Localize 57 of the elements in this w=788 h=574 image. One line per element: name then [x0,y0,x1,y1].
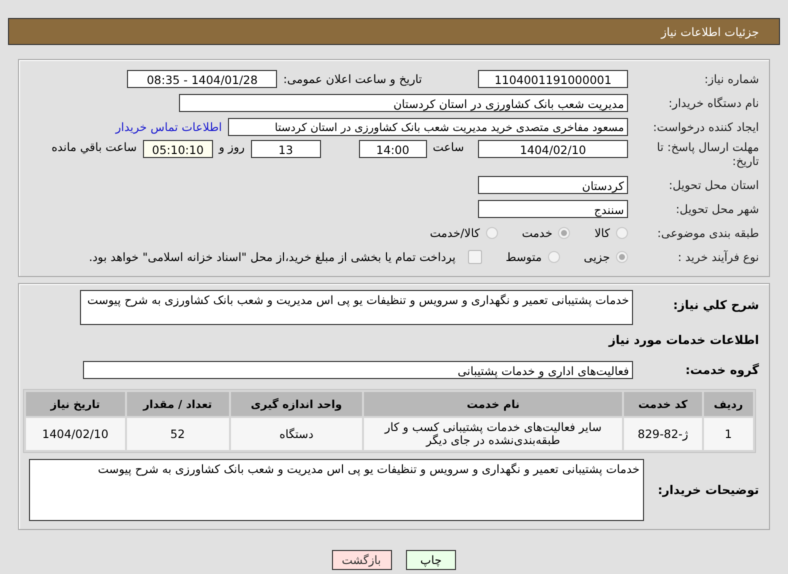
buyer-notes-field[interactable]: خدمات پشتیبانی تعمیر و نگهداری و سرویس و تنظیفات یو پی اس مدیریت و شعب بانک کشاورزی به شرح پیوست [29,459,644,521]
buyer-field[interactable]: مدیریت شعب بانک کشاورزی در استان کردستان [179,94,628,112]
field-label: ساعت [432,140,464,154]
table-cell: 1 [704,418,753,450]
field-label: نام دستگاه خریدار: [667,96,759,110]
field-label: توضیحات خریدار: [656,483,759,497]
announce-date-field[interactable]: 1404/01/28 - 08:35 [127,70,278,88]
field-label: مهلت ارسال پاسخ: تا تاریخ: [656,140,759,168]
radio-button[interactable] [616,227,628,239]
need-number-field[interactable]: 1104001191000001 [478,70,628,88]
field-label: نوع فرآیند خرید : [676,250,759,264]
radio-button[interactable] [558,227,570,239]
column-header: تعداد / مقدار [126,392,229,416]
service-group-field[interactable]: فعالیت‌های اداری و خدمات پشتیبانی [83,361,633,379]
table-cell: ژ-82-829 [624,418,702,450]
radio-button[interactable] [616,251,628,263]
column-header: ردیف [704,392,753,416]
page-title: جزئیات اطلاعات نیاز [661,24,759,38]
back-button[interactable]: بازگشت [332,550,392,570]
field-label: ایجاد کننده درخواست: [652,120,759,134]
field-label: گروه خدمت: [684,363,759,377]
radio-label: خدمت [522,226,552,240]
print-button[interactable]: چاپ [406,550,456,570]
radio-label: کالا/خدمت [430,226,480,240]
creator-field[interactable]: مسعود مفاخری متصدی خرید مدیریت شعب بانک کشاورزی در استان کردستا [228,118,628,136]
column-header: تاریخ نیاز [26,392,125,416]
radio-label: متوسط [506,250,542,264]
checkbox[interactable] [468,250,482,264]
summary-field[interactable]: خدمات پشتیبانی تعمیر و نگهداری و سرویس و تنظیفات یو پی اس مدیریت و شعب بانک کشاورزی به شرح پیوست [80,290,633,325]
radio-label: جزیی [584,250,610,264]
treasury-note: پرداخت تمام یا بخشی از مبلغ خرید،از محل "اسناد خزانه اسلامی" خواهد بود. [88,250,456,264]
field-label: روز و [218,140,245,154]
column-header: کد خدمت [624,392,702,416]
table-cell: 1404/02/10 [26,418,125,450]
field-label: ساعت باقي مانده [52,140,137,154]
section-heading: اطلاعات خدمات مورد نیاز [608,333,759,347]
radio-label: کالا [594,226,610,240]
table-cell: دستگاه [230,418,362,450]
table-cell: سایر فعالیت‌های خدمات پشتیبانی کسب و کار طبقه‌بندی‌نشده در جای دیگر [364,418,622,450]
buyer-contact-link[interactable]: اطلاعات تماس خریدار [115,120,222,134]
radio-button[interactable] [548,251,560,263]
column-header: واحد اندازه گیری [230,392,362,416]
field-label: شهر محل تحویل: [674,202,759,216]
field-label: طبقه بندی موضوعی: [656,226,759,240]
field-label: شرح کلي نیاز: [672,298,759,312]
field-label: شماره نیاز: [703,72,759,86]
column-header: نام خدمت [364,392,622,416]
radio-button[interactable] [486,227,498,239]
city-field[interactable]: سنندج [478,200,628,218]
deadline-date-field[interactable]: 1404/02/10 [478,140,628,158]
province-field[interactable]: کردستان [478,176,628,194]
remaining-time-field[interactable]: 05:10:10 [142,140,213,158]
days-field[interactable]: 13 [250,140,321,158]
table-cell: 52 [126,418,229,450]
deadline-time-field[interactable]: 14:00 [358,140,427,158]
field-label: استان محل تحویل: [668,178,759,192]
field-label: تاریخ و ساعت اعلان عمومی: [283,72,422,86]
